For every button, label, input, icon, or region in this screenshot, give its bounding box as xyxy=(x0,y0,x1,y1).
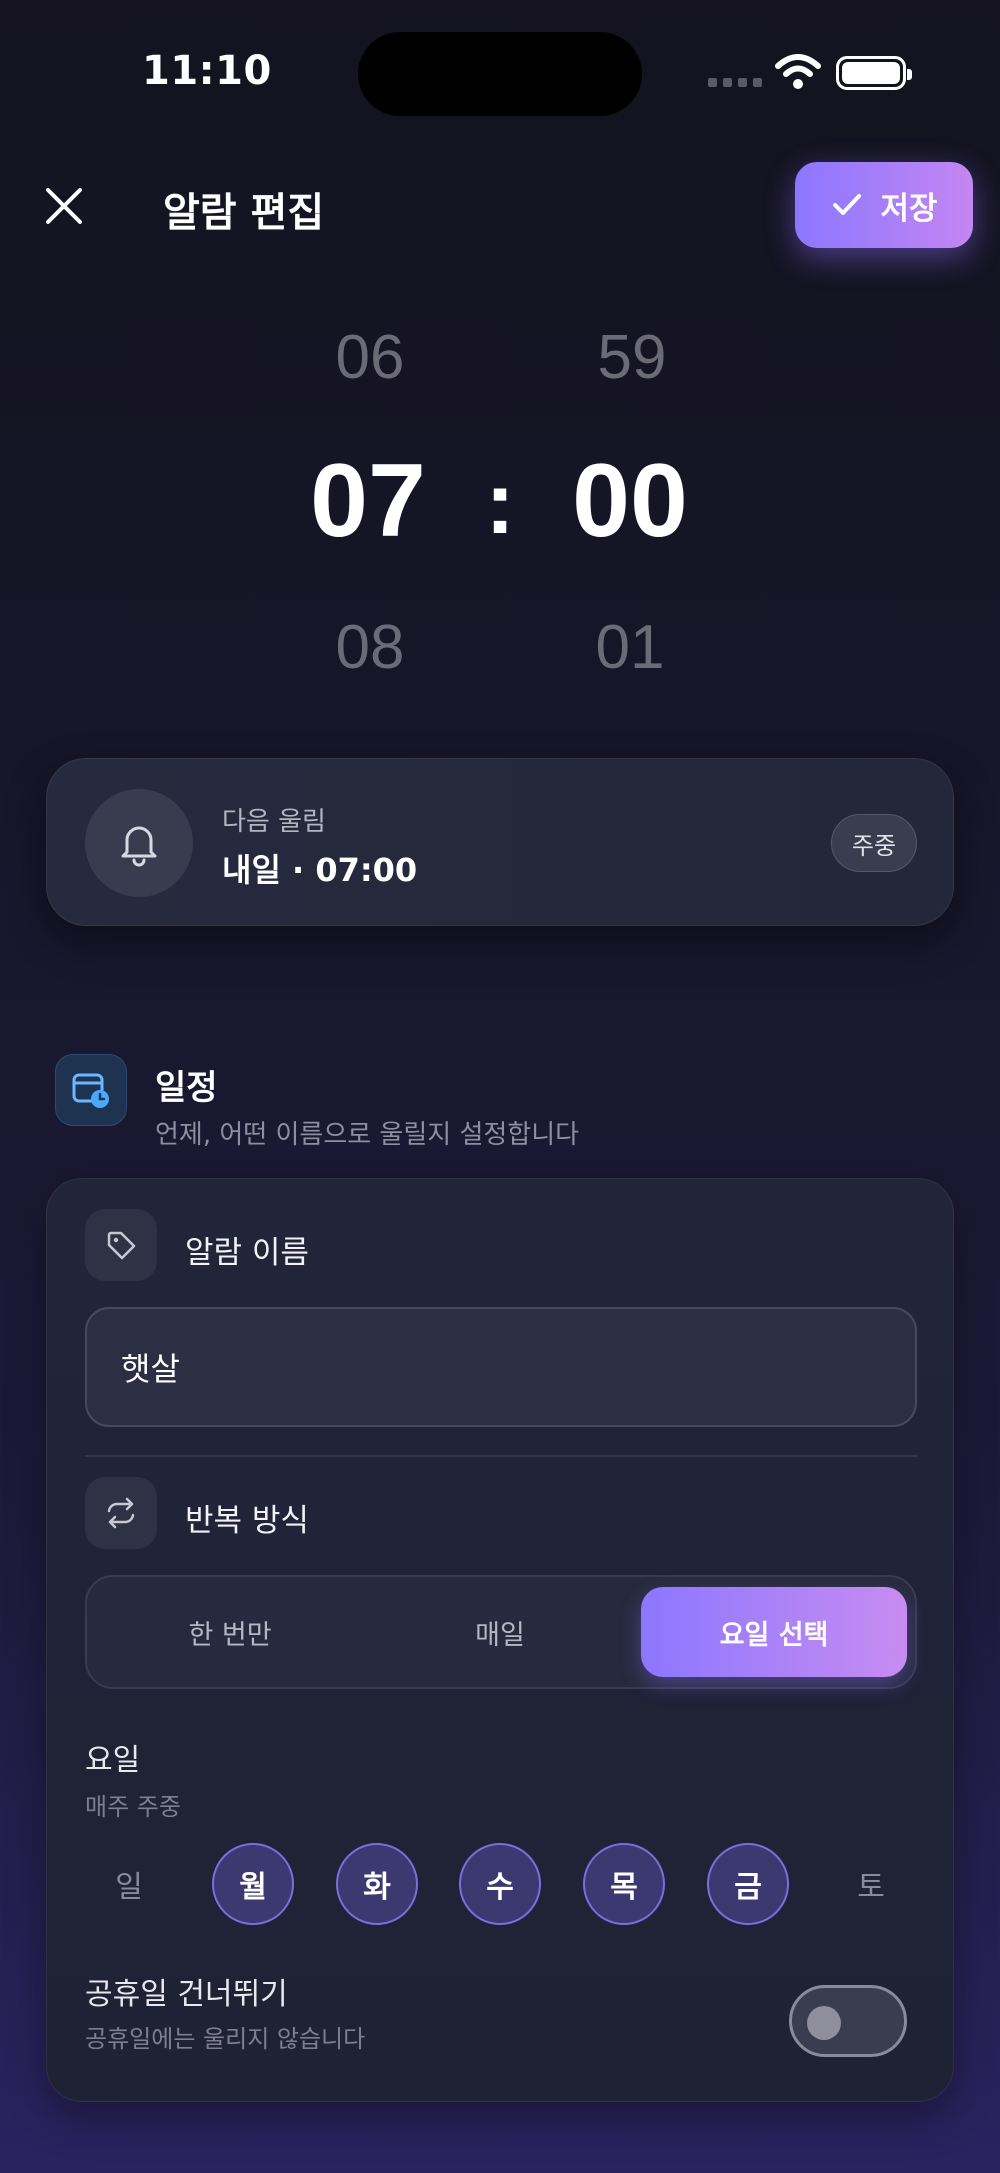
holiday-skip-subtitle: 공휴일에는 울리지 않습니다 xyxy=(85,2025,366,2053)
save-button[interactable]: 저장 xyxy=(795,162,973,248)
alarm-name-input[interactable]: 햇살 xyxy=(85,1307,917,1427)
divider xyxy=(85,1455,917,1457)
close-icon[interactable] xyxy=(40,182,88,230)
day-sun[interactable]: 일 xyxy=(88,1843,170,1925)
repeat-option-daily[interactable]: 매일 xyxy=(367,1587,633,1677)
bell-icon-container xyxy=(85,789,193,897)
tag-icon xyxy=(107,1231,136,1260)
next-alarm-card: 다음 울림 내일 · 07:00 주중 xyxy=(46,758,954,926)
minute-next[interactable]: 01 xyxy=(530,612,730,683)
section-icon-container xyxy=(55,1054,127,1126)
calendar-clock-icon xyxy=(72,1073,109,1108)
minute-value[interactable]: 00 xyxy=(530,442,730,561)
alarm-name-label: 알람 이름 xyxy=(185,1235,309,1271)
save-label: 저장 xyxy=(880,190,938,227)
days-title: 요일 xyxy=(85,1743,141,1778)
schedule-card: 알람 이름 햇살 반복 방식 한 번만 매일 요일 선택 요일 매주 주중 일 … xyxy=(46,1178,954,2102)
section-subtitle: 언제, 어떤 이름으로 울릴지 설정합니다 xyxy=(155,1120,580,1150)
hour-prev[interactable]: 06 xyxy=(270,322,470,393)
repeat-option-weekdays[interactable]: 요일 선택 xyxy=(641,1587,907,1677)
next-alarm-value: 내일 · 07:00 xyxy=(222,851,418,889)
repeat-option-once[interactable]: 한 번만 xyxy=(97,1587,363,1677)
status-time: 11:10 xyxy=(142,48,272,94)
signal-icon xyxy=(708,78,762,87)
weekday-badge: 주중 xyxy=(831,814,917,872)
toggle-knob xyxy=(807,2006,841,2040)
check-icon xyxy=(833,194,862,215)
next-alarm-label: 다음 울림 xyxy=(222,807,326,837)
tag-icon-container xyxy=(85,1209,157,1281)
repeat-label: 반복 방식 xyxy=(185,1503,309,1539)
time-separator: : xyxy=(485,453,515,552)
holiday-skip-title: 공휴일 건너뛰기 xyxy=(85,1977,288,2012)
days-subtitle: 매주 주중 xyxy=(85,1793,181,1821)
day-sat[interactable]: 토 xyxy=(830,1843,912,1925)
battery-icon xyxy=(836,56,912,90)
section-title: 일정 xyxy=(155,1068,218,1108)
day-wed[interactable]: 수 xyxy=(459,1843,541,1925)
bell-icon xyxy=(121,826,157,867)
repeat-segmented-control: 한 번만 매일 요일 선택 xyxy=(85,1575,917,1689)
holiday-skip-toggle[interactable] xyxy=(789,1985,907,2057)
wifi-icon xyxy=(775,54,821,89)
day-thu[interactable]: 목 xyxy=(583,1843,665,1925)
day-tue[interactable]: 화 xyxy=(336,1843,418,1925)
dynamic-island xyxy=(358,32,642,116)
minute-prev[interactable]: 59 xyxy=(532,322,732,393)
repeat-icon-container xyxy=(85,1477,157,1549)
page-title: 알람 편집 xyxy=(163,190,325,236)
day-fri[interactable]: 금 xyxy=(707,1843,789,1925)
hour-value[interactable]: 07 xyxy=(268,442,468,561)
hour-next[interactable]: 08 xyxy=(270,612,470,683)
repeat-icon xyxy=(107,1497,135,1529)
day-mon[interactable]: 월 xyxy=(212,1843,294,1925)
